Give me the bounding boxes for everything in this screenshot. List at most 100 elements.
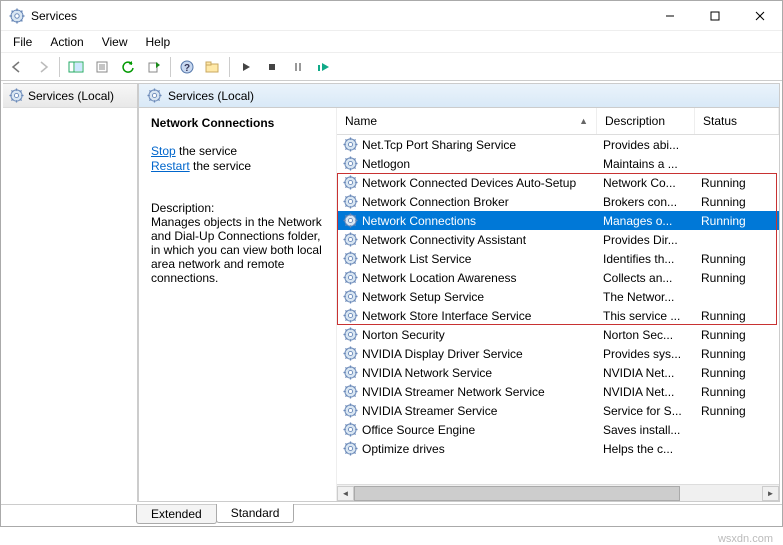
selected-service-title: Network Connections	[151, 116, 324, 130]
service-description: Norton Sec...	[597, 328, 695, 342]
service-name: Network Location Awareness	[362, 271, 517, 285]
gear-icon	[343, 422, 358, 437]
service-description: Maintains a ...	[597, 157, 695, 171]
main-pane: Services (Local) Network Connections Sto…	[138, 83, 780, 502]
gear-icon	[343, 289, 358, 304]
window-title: Services	[31, 9, 647, 23]
service-row[interactable]: Network Connected Devices Auto-SetupNetw…	[337, 173, 779, 192]
gear-icon	[147, 88, 162, 103]
stop-suffix: the service	[176, 144, 237, 158]
column-status[interactable]: Status	[695, 108, 779, 134]
minimize-button[interactable]	[647, 1, 692, 30]
service-name: Network List Service	[362, 252, 471, 266]
gear-icon	[343, 194, 358, 209]
title-bar: Services	[1, 1, 782, 31]
column-name[interactable]: Name ▲	[337, 108, 597, 134]
menu-view[interactable]: View	[94, 33, 136, 51]
service-name: Network Store Interface Service	[362, 309, 531, 323]
service-row[interactable]: Norton SecurityNorton Sec...Running	[337, 325, 779, 344]
list-header: Name ▲ Description Status	[337, 108, 779, 135]
service-status: Running	[695, 328, 753, 342]
service-description: Service for S...	[597, 404, 695, 418]
export-button[interactable]	[142, 55, 166, 79]
maximize-button[interactable]	[692, 1, 737, 30]
help-button[interactable]: ?	[175, 55, 199, 79]
stop-service-link[interactable]: Stop	[151, 144, 176, 158]
gear-icon	[343, 327, 358, 342]
nav-header-label: Services (Local)	[28, 89, 114, 103]
scroll-left-button[interactable]: ◄	[337, 486, 354, 501]
services-list[interactable]: Net.Tcp Port Sharing ServiceProvides abi…	[337, 135, 779, 484]
service-row[interactable]: NVIDIA Display Driver ServiceProvides sy…	[337, 344, 779, 363]
horizontal-scrollbar[interactable]: ◄ ►	[337, 484, 779, 501]
service-name: Network Connectivity Assistant	[362, 233, 526, 247]
service-row[interactable]: Office Source EngineSaves install...	[337, 420, 779, 439]
tab-standard[interactable]: Standard	[216, 504, 295, 523]
gear-icon	[343, 384, 358, 399]
menu-file[interactable]: File	[5, 33, 40, 51]
service-row[interactable]: Netlogon Maintains a ...	[337, 154, 779, 173]
gear-icon	[343, 365, 358, 380]
service-row[interactable]: NVIDIA Streamer Network ServiceNVIDIA Ne…	[337, 382, 779, 401]
show-hide-tree-button[interactable]	[64, 55, 88, 79]
service-status: Running	[695, 366, 753, 380]
forward-button[interactable]	[31, 55, 55, 79]
restart-service-link[interactable]: Restart	[151, 159, 190, 173]
gear-icon	[343, 137, 358, 152]
service-description: This service ...	[597, 309, 695, 323]
service-description: NVIDIA Net...	[597, 385, 695, 399]
properties-button[interactable]	[90, 55, 114, 79]
service-row[interactable]: Net.Tcp Port Sharing ServiceProvides abi…	[337, 135, 779, 154]
scroll-thumb[interactable]	[354, 486, 680, 501]
gear-icon	[343, 403, 358, 418]
service-status: Running	[695, 404, 753, 418]
stop-service-button[interactable]	[260, 55, 284, 79]
service-description: Provides sys...	[597, 347, 695, 361]
service-name: Network Connections	[362, 214, 476, 228]
scroll-right-button[interactable]: ►	[762, 486, 779, 501]
service-status: Running	[695, 252, 753, 266]
sort-asc-icon: ▲	[579, 116, 588, 126]
content-area: Services (Local) Services (Local) Networ…	[1, 81, 782, 504]
menu-bar: File Action View Help	[1, 31, 782, 53]
service-description: Helps the c...	[597, 442, 695, 456]
restart-service-button[interactable]	[312, 55, 336, 79]
service-row[interactable]: NVIDIA Streamer ServiceService for S...R…	[337, 401, 779, 420]
service-name: Netlogon	[362, 157, 410, 171]
close-button[interactable]	[737, 1, 782, 30]
service-row[interactable]: NVIDIA Network ServiceNVIDIA Net...Runni…	[337, 363, 779, 382]
description-label: Description:	[151, 201, 324, 215]
service-row[interactable]: Network Location Awareness Collects an...…	[337, 268, 779, 287]
service-row[interactable]: Optimize drivesHelps the c...	[337, 439, 779, 458]
service-status: Running	[695, 309, 753, 323]
back-button[interactable]	[5, 55, 29, 79]
service-row[interactable]: Network ConnectionsManages o...Running	[337, 211, 779, 230]
service-row[interactable]: Network List ServiceIdentifies th...Runn…	[337, 249, 779, 268]
service-row[interactable]: Network Connectivity AssistantProvides D…	[337, 230, 779, 249]
pause-service-button[interactable]	[286, 55, 310, 79]
services-window: Services File Action View Help ?	[0, 0, 783, 527]
service-status: Running	[695, 385, 753, 399]
column-description[interactable]: Description	[597, 108, 695, 134]
gear-icon	[343, 346, 358, 361]
gear-icon	[343, 156, 358, 171]
tab-extended[interactable]: Extended	[136, 505, 217, 524]
menu-action[interactable]: Action	[42, 33, 91, 51]
nav-services-local[interactable]: Services (Local)	[3, 84, 137, 108]
gear-icon	[343, 308, 358, 323]
service-description: Collects an...	[597, 271, 695, 285]
service-name: Office Source Engine	[362, 423, 475, 437]
service-row[interactable]: Network Connection BrokerBrokers con...R…	[337, 192, 779, 211]
description-text: Manages objects in the Network and Dial-…	[151, 215, 324, 285]
menu-help[interactable]: Help	[138, 33, 179, 51]
gear-icon	[343, 251, 358, 266]
service-description: Network Co...	[597, 176, 695, 190]
service-name: NVIDIA Network Service	[362, 366, 492, 380]
refresh-button[interactable]	[116, 55, 140, 79]
service-row[interactable]: Network Store Interface Service This serv…	[337, 306, 779, 325]
gear-icon	[343, 175, 358, 190]
open-button[interactable]	[201, 55, 225, 79]
start-service-button[interactable]	[234, 55, 258, 79]
service-status: Running	[695, 271, 753, 285]
service-row[interactable]: Network Setup ServiceThe Networ...	[337, 287, 779, 306]
